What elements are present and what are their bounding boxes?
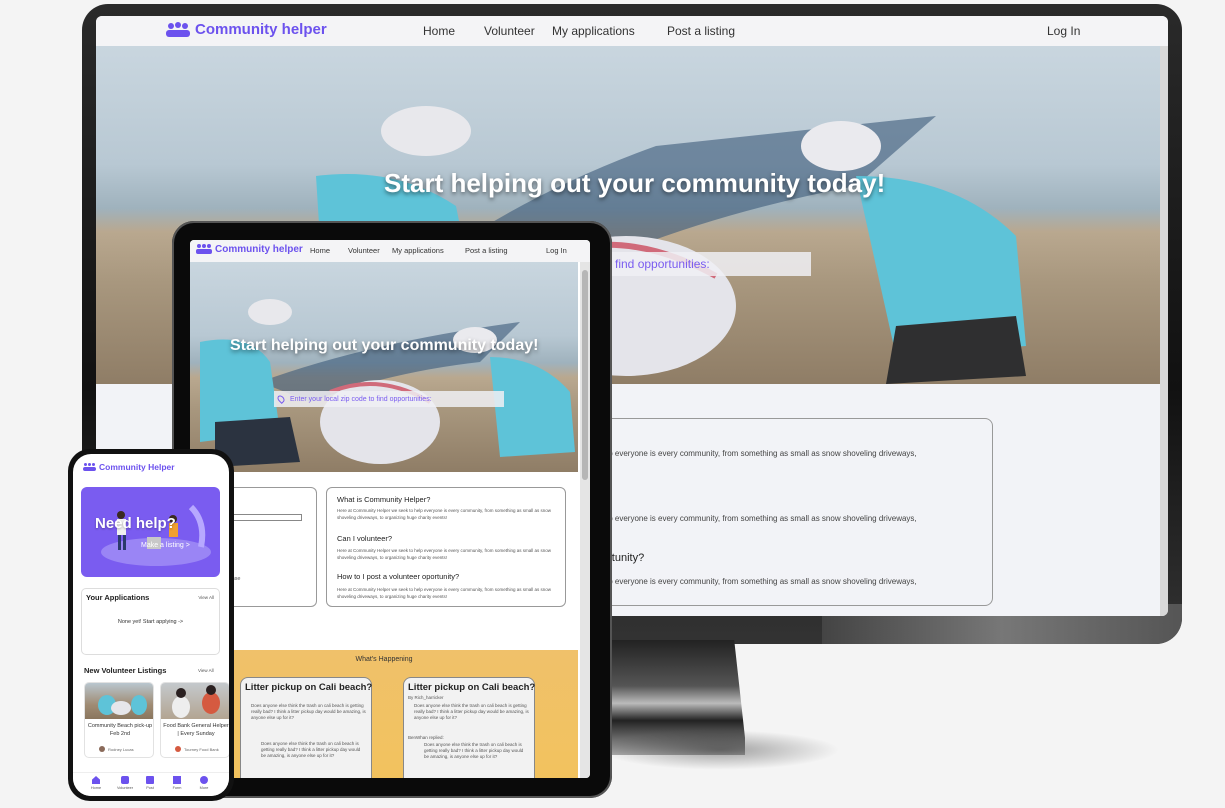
hero-photo-figures — [200, 299, 575, 467]
faq-answer: Here at Community Helper we seek to help… — [337, 548, 552, 560]
tab-more[interactable]: More — [191, 776, 217, 790]
community-post-card[interactable]: Litter pickup on Cali beach? Does anyone… — [240, 677, 372, 778]
tablet-screen: Community helper Home Volunteer My appli… — [190, 240, 590, 778]
post-author: By Rich_harricker — [408, 695, 444, 700]
brand-name: Community helper — [195, 21, 327, 38]
need-help-banner[interactable]: Need help? Make a listing > — [81, 487, 220, 577]
nav-volunteer[interactable]: Volunteer — [484, 24, 535, 38]
phone-screen: Community Helper Need help? Make a listi… — [73, 454, 229, 796]
faq-answer: Here at Community Helper we seek to help… — [337, 508, 552, 520]
author-name: Rodney Lucas — [108, 746, 134, 752]
community-post-card[interactable]: Litter pickup on Cali beach? By Rich_har… — [403, 677, 535, 778]
promo-title: Need help? — [95, 515, 176, 532]
device-mockup-stage: Community helper Home Volunteer My appli… — [0, 0, 1225, 808]
nav-login[interactable]: Log In — [1047, 24, 1080, 38]
zip-code-input[interactable]: Enter your local zip code to find opport… — [274, 391, 504, 407]
faq-question: How to I post a volunteer oportunity? — [337, 572, 460, 581]
your-applications-card: Your Applications View All None yet! Sta… — [81, 588, 220, 655]
faq-answer: elp everyone is every community, from so… — [602, 449, 917, 458]
people-group-icon — [83, 462, 96, 472]
tablet-navbar: Community helper Home Volunteer My appli… — [190, 240, 590, 262]
tab-home[interactable]: Home — [83, 776, 109, 790]
desktop-scrollbar[interactable] — [1160, 46, 1168, 616]
listing-author: Tourney Food Bank — [175, 746, 219, 752]
tab-label: Form — [172, 786, 182, 790]
desktop-navbar: Community helper Home Volunteer My appli… — [96, 16, 1168, 46]
listing-author: Rodney Lucas — [99, 746, 134, 752]
faq-card: What is Community Helper? Here at Commun… — [326, 487, 566, 607]
form-icon — [173, 776, 181, 784]
whats-happening-section: What's Happening Litter pickup on Cali b… — [190, 650, 578, 778]
zip-placeholder: Enter your local zip code to find opport… — [290, 395, 432, 403]
tab-label: More — [199, 786, 209, 790]
hero-title: Start helping out your community today! — [230, 337, 539, 354]
tab-label: Volunteer — [116, 786, 134, 790]
tablet-hero: Start helping out your community today! … — [190, 262, 578, 472]
brand-name: Community Helper — [99, 462, 175, 472]
faq-answer: elp everyone is every community, from so… — [602, 514, 917, 523]
tab-post[interactable]: Post — [137, 776, 163, 790]
location-pin-icon — [276, 394, 286, 404]
home-icon — [92, 776, 100, 784]
listing-title: Community Beach pick-up Feb 2nd — [87, 723, 153, 737]
zip-placeholder: o find opportunities: — [605, 257, 710, 271]
nav-home[interactable]: Home — [310, 246, 330, 255]
post-body: Does anyone else think the trash on cali… — [251, 703, 366, 720]
listing-card[interactable]: Community Beach pick-up Feb 2nd Rodney L… — [84, 682, 154, 758]
listing-card[interactable]: Food Bank General Helper | Every Sunday … — [160, 682, 229, 758]
promo-illustration — [101, 504, 211, 566]
nav-post-listing[interactable]: Post a listing — [465, 246, 508, 255]
people-group-icon — [166, 21, 190, 38]
faq-question: Can I volunteer? — [337, 534, 393, 543]
author-name: Tourney Food Bank — [184, 746, 219, 752]
nav-volunteer[interactable]: Volunteer — [348, 246, 380, 255]
zip-code-input[interactable]: o find opportunities: — [601, 252, 811, 276]
applications-title: Your Applications — [86, 593, 150, 602]
author-avatar — [175, 746, 181, 752]
more-icon — [200, 776, 208, 784]
people-group-icon — [196, 244, 212, 255]
post-body: Does anyone else think the trash on cali… — [414, 703, 529, 720]
make-listing-link[interactable]: Make a listing > — [141, 542, 190, 549]
tablet-brand-logo[interactable]: Community helper — [196, 244, 303, 255]
mobile-tab-bar: Home Volunteer Post Form More — [73, 772, 229, 796]
tab-volunteer[interactable]: Volunteer — [112, 776, 138, 790]
volunteer-icon — [121, 776, 129, 784]
author-avatar — [99, 746, 105, 752]
view-all-applications-link[interactable]: View All — [198, 595, 214, 600]
hero-title: Start helping out your community today! — [384, 168, 886, 198]
clipboard-icon — [146, 776, 154, 784]
post-reply: Does anyone else think the trash on cali… — [261, 741, 361, 758]
nav-post-listing[interactable]: Post a listing — [667, 24, 735, 38]
tab-label: Home — [90, 786, 102, 790]
post-title: Litter pickup on Cali beach? — [245, 682, 373, 693]
nav-login[interactable]: Log In — [546, 246, 567, 255]
brand-name: Community helper — [215, 244, 303, 255]
section-title: What's Happening — [355, 656, 413, 663]
desktop-faq-card: elp everyone is every community, from so… — [566, 418, 993, 606]
mobile-brand-logo[interactable]: Community Helper — [83, 462, 175, 472]
desktop-brand-logo[interactable]: Community helper — [166, 21, 327, 38]
tab-form[interactable]: Form — [164, 776, 190, 790]
listing-photo — [85, 683, 153, 719]
listing-photo — [161, 683, 229, 719]
faq-answer: elp everyone is every community, from so… — [602, 577, 917, 586]
faq-answer: Here at Community Helper we seek to help… — [337, 587, 552, 599]
tablet-scrollbar[interactable] — [580, 262, 590, 778]
tab-label: Post — [146, 786, 154, 790]
post-title: Litter pickup on Cali beach? — [408, 682, 536, 693]
nav-my-applications[interactable]: My applications — [552, 24, 635, 38]
post-reply-label: BenWhan replied: — [408, 735, 444, 740]
faq-question: What is Community Helper? — [337, 495, 431, 504]
post-reply: Does anyone else think the trash on cali… — [424, 742, 524, 759]
applications-empty-state[interactable]: None yet! Start applying -> — [82, 619, 219, 625]
view-all-listings-link[interactable]: View All — [198, 668, 214, 673]
nav-home[interactable]: Home — [423, 24, 455, 38]
scrollbar-thumb[interactable] — [582, 270, 588, 480]
monitor-stand-shadow — [600, 730, 840, 770]
listings-title: New Volunteer Listings — [84, 666, 167, 675]
listing-title: Food Bank General Helper | Every Sunday — [163, 723, 229, 737]
nav-my-applications[interactable]: My applications — [392, 246, 444, 255]
